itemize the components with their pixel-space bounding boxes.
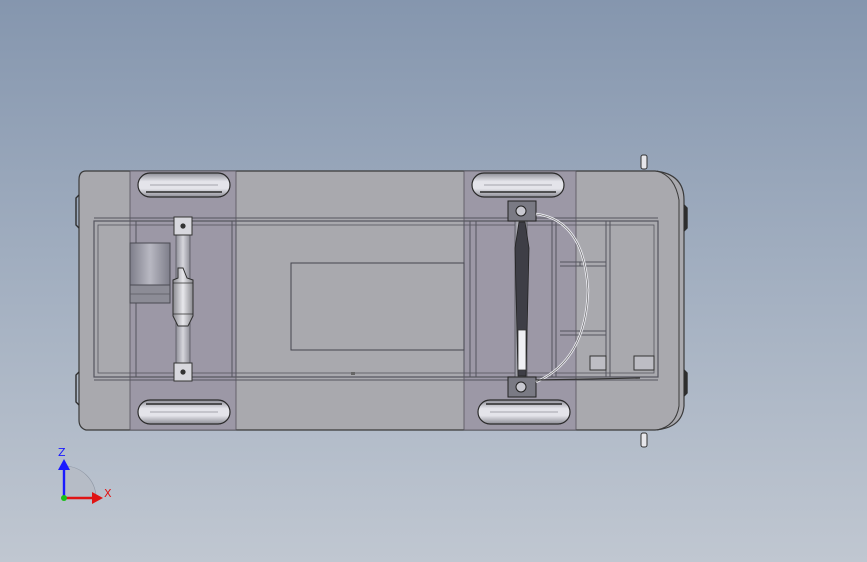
knuckle-joint-icon [515,381,527,393]
steering-rod-boot [517,329,527,371]
wheel-front-right[interactable] [477,399,571,425]
controller-box[interactable] [633,355,655,371]
z-axis-label: Z [58,446,66,459]
x-arrowhead-icon [92,492,103,504]
mirror-left[interactable] [640,154,648,170]
front-bumper-right [683,369,688,397]
triad-quadrant [63,465,97,499]
mount-bolt-icon [180,223,186,229]
cad-viewport[interactable]: Z X [0,0,867,562]
wheel-rear-left[interactable] [137,172,231,198]
front-bumper-left [683,204,688,232]
wheel-rear-right[interactable] [137,399,231,425]
orientation-triad[interactable]: Z X [58,446,112,504]
fuel-tank[interactable] [129,242,171,286]
chassis-model[interactable] [75,154,688,448]
mirror-right[interactable] [640,432,648,448]
mount-bolt-icon [180,369,186,375]
knuckle-joint-icon [515,205,527,217]
battery-box[interactable] [589,355,607,371]
x-axis-label: X [104,487,112,500]
triad-origin-icon [61,495,67,501]
frame-bolt-icon [351,372,355,375]
z-arrowhead-icon [58,459,70,470]
wheel-front-left[interactable] [471,172,565,198]
